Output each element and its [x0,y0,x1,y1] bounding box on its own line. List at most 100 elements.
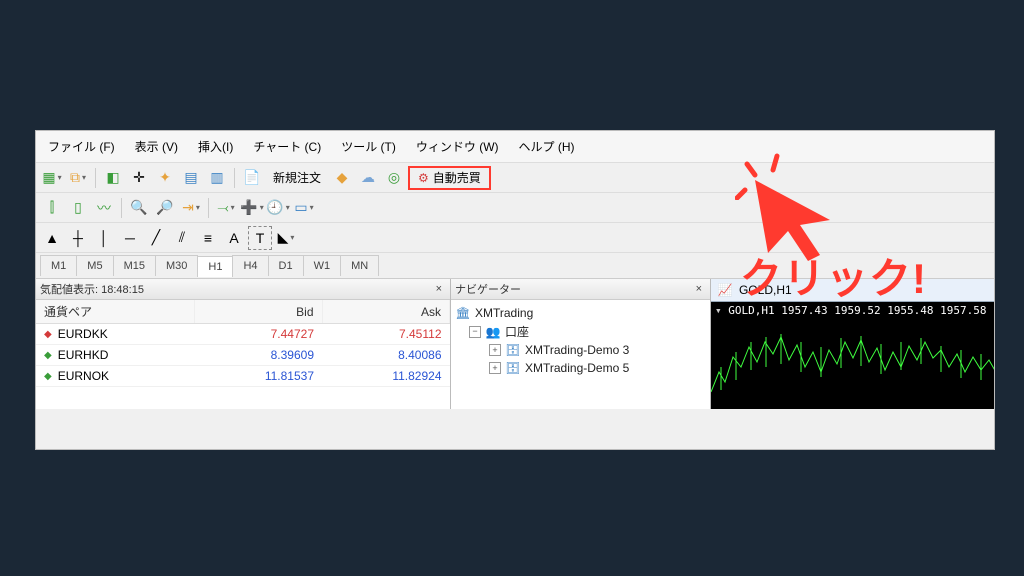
collapse-icon[interactable]: − [469,326,481,338]
symbol-label: EURDKK [58,327,108,341]
table-row[interactable]: ◆ EURNOK 11.8153711.82924 [36,366,450,387]
toolbar-main: ▦ ⧉ ◧ ✛ ✦ ▤ ▥ 📄 新規注文 ◆ ☁ ◎ ⚙ 自動売買 [36,163,994,193]
marketwatch-toggle-icon[interactable]: ◧ [101,166,125,190]
objects-icon[interactable]: ◣ [274,226,298,250]
tf-m5[interactable]: M5 [76,255,113,276]
tf-h4[interactable]: H4 [232,255,268,276]
profiles-icon[interactable]: ⧉ [66,166,90,190]
autotrade-icon: ⚙ [418,171,429,185]
candles-svg [711,312,994,402]
tf-mn[interactable]: MN [340,255,379,276]
periods-icon[interactable]: 🕘 [266,196,290,220]
fibonacci-icon[interactable]: ≡ [196,226,220,250]
accounts-icon: 👥 [485,324,501,340]
chart-shift-icon[interactable]: ⤙ [214,196,238,220]
ask-value: 7.45112 [322,324,450,345]
tf-m15[interactable]: M15 [113,255,156,276]
ask-value: 11.82924 [322,366,450,387]
channel-icon[interactable]: ⫽ [170,226,194,250]
arrow-up-icon: ◆ [44,371,52,382]
close-icon[interactable]: × [692,283,706,295]
zoom-in-icon[interactable]: 🔍 [127,196,151,220]
tree-account-item[interactable]: + 🗄 XMTrading-Demo 3 [455,341,706,359]
chart-tab-label: GOLD,H1 [739,283,792,297]
signals-icon[interactable]: ☁ [356,166,380,190]
text-icon[interactable]: A [222,226,246,250]
autoscroll-icon[interactable]: ⇥ [179,196,203,220]
menu-insert[interactable]: 挿入(I) [190,135,241,158]
menu-help[interactable]: ヘルプ (H) [511,135,583,158]
market-watch-panel: 気配値表示: 18:48:15 × 通貨ペア Bid Ask ◆ EURDKK 7.… [36,279,451,409]
chart-area[interactable]: ▾ GOLD,H1 1957.43 1959.52 1955.48 1957.5… [711,302,994,402]
tf-w1[interactable]: W1 [303,255,342,276]
col-bid[interactable]: Bid [195,300,322,324]
vertical-line-icon[interactable]: │ [92,226,116,250]
symbol-label: EURHKD [58,348,109,362]
tf-m1[interactable]: M1 [40,255,77,276]
tf-h1[interactable]: H1 [197,256,233,277]
zoom-out-icon[interactable]: 🔎 [153,196,177,220]
navigator-title: ナビゲーター [455,281,521,297]
menu-view[interactable]: 表示 (V) [127,135,186,158]
crosshair-tool-icon[interactable]: ┼ [66,226,90,250]
candle-chart-icon[interactable]: ▯ [66,196,90,220]
broker-icon: 🏛 [455,305,471,321]
navigator-toggle-icon[interactable]: ✦ [153,166,177,190]
bar-chart-icon[interactable]: ⫿ [40,196,64,220]
expand-icon[interactable]: + [489,362,501,374]
new-chart-icon[interactable]: ▦ [40,166,64,190]
menu-window[interactable]: ウィンドウ (W) [408,135,507,158]
chart-tab[interactable]: 📈 GOLD,H1 [711,279,994,302]
metaquotes-icon[interactable]: ◆ [330,166,354,190]
tree-account-item[interactable]: + 🗄 XMTrading-Demo 5 [455,359,706,377]
timeframe-tabs: M1 M5 M15 M30 H1 H4 D1 W1 MN [36,253,994,279]
vps-icon[interactable]: ◎ [382,166,406,190]
crosshair-icon[interactable]: ✛ [127,166,151,190]
trendline-icon[interactable]: ╱ [144,226,168,250]
arrow-up-icon: ◆ [44,350,52,361]
bid-value: 7.44727 [195,324,322,345]
templates-icon[interactable]: ▭ [292,196,316,220]
toolbar-chart: ⫿ ▯ 〰 🔍 🔎 ⇥ ⤙ ➕ 🕘 ▭ [36,193,994,223]
symbol-label: EURNOK [58,369,109,383]
text-label-icon[interactable]: T [248,226,272,250]
table-row[interactable]: ◆ EURDKK 7.447277.45112 [36,324,450,345]
separator [208,198,209,218]
market-watch-title: 気配値表示: 18:48:15 [40,281,144,297]
arrow-down-icon: ◆ [44,329,52,340]
separator [95,168,96,188]
market-watch-table: 通貨ペア Bid Ask ◆ EURDKK 7.447277.45112 ◆ EURHK… [36,300,450,387]
horizontal-line-icon[interactable]: ─ [118,226,142,250]
tf-m30[interactable]: M30 [155,255,198,276]
menu-chart[interactable]: チャート (C) [245,135,329,158]
server-icon: 🗄 [505,360,521,376]
tester-toggle-icon[interactable]: ▥ [205,166,229,190]
tree-root[interactable]: 🏛 XMTrading [455,304,706,322]
separator [234,168,235,188]
new-order-button[interactable]: 新規注文 [266,166,328,190]
autotrade-button[interactable]: ⚙ 自動売買 [408,166,491,190]
cursor-icon[interactable]: ▲ [40,226,64,250]
menu-tools[interactable]: ツール (T) [333,135,404,158]
panels-row: 気配値表示: 18:48:15 × 通貨ペア Bid Ask ◆ EURDKK 7.… [36,279,994,409]
terminal-toggle-icon[interactable]: ▤ [179,166,203,190]
tf-d1[interactable]: D1 [268,255,304,276]
menu-file[interactable]: ファイル (F) [40,135,123,158]
menubar: ファイル (F) 表示 (V) 挿入(I) チャート (C) ツール (T) ウ… [36,131,994,163]
close-icon[interactable]: × [432,283,446,295]
ask-value: 8.40086 [322,345,450,366]
bid-value: 11.81537 [195,366,322,387]
toolbar-draw: ▲ ┼ │ ─ ╱ ⫽ ≡ A T ◣ [36,223,994,253]
col-symbol[interactable]: 通貨ペア [36,300,195,324]
app-window: ファイル (F) 表示 (V) 挿入(I) チャート (C) ツール (T) ウ… [35,130,995,450]
tree-item-label: XMTrading-Demo 3 [525,343,629,357]
separator [121,198,122,218]
table-row[interactable]: ◆EURHKD8.396098.40086 [36,345,450,366]
col-ask[interactable]: Ask [322,300,450,324]
tree-item-label: XMTrading-Demo 5 [525,361,629,375]
line-chart-icon[interactable]: 〰 [92,196,116,220]
expand-icon[interactable]: + [489,344,501,356]
indicators-icon[interactable]: ➕ [240,196,264,220]
new-order-icon[interactable]: 📄 [240,166,264,190]
tree-accounts[interactable]: − 👥 口座 [455,322,706,341]
